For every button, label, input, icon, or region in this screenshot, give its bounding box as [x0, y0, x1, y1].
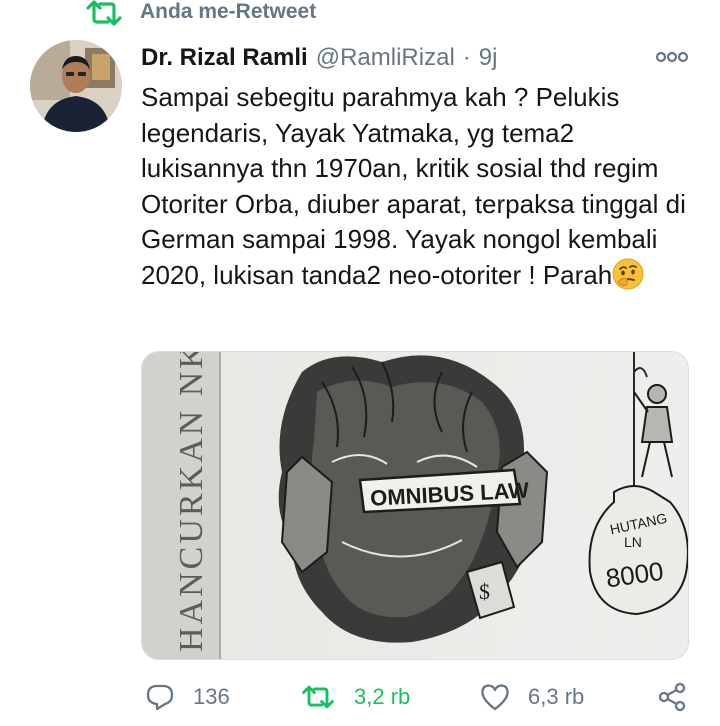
share-icon: [658, 682, 686, 712]
like-count: 6,3 rb: [528, 684, 585, 709]
reply-button[interactable]: 136: [145, 676, 230, 718]
thinking-face-emoji: [612, 258, 644, 289]
reply-icon: [146, 684, 174, 711]
retweet-icon: [86, 0, 122, 26]
share-button[interactable]: [656, 676, 688, 718]
reply-count: 136: [193, 684, 230, 709]
author-name[interactable]: Dr. Rizal Ramli: [141, 44, 308, 72]
bag-mid-text: LN: [624, 534, 642, 550]
retweet-icon: [302, 685, 334, 709]
tweet-body: Sampai sebegitu parahmya kah ? Pelukis l…: [141, 82, 686, 290]
tweet-time[interactable]: 9j: [479, 44, 498, 72]
tweet-text: Sampai sebegitu parahmya kah ? Pelukis l…: [141, 80, 696, 293]
tweet-media-image[interactable]: HANCURKAN NK OMNIBUS LAW $ HUTANG LN 800…: [141, 351, 689, 660]
retweet-context-label: Anda me-Retweet: [140, 0, 317, 23]
tweet-header: Dr. Rizal Ramli @RamliRizal · 9j: [141, 40, 701, 76]
retweet-count: 3,2 rb: [354, 684, 411, 709]
more-icon[interactable]: [655, 48, 689, 66]
retweet-button[interactable]: 3,2 rb: [300, 676, 410, 718]
cartoon-illustration: HANCURKAN NK OMNIBUS LAW $ HUTANG LN 800…: [142, 352, 688, 659]
tweet-actions: 136 3,2 rb 6,3 rb: [0, 676, 720, 718]
dollar-sign: $: [479, 579, 490, 604]
header-separator: ·: [462, 44, 471, 71]
avatar-photo: [30, 40, 122, 132]
author-handle[interactable]: @RamliRizal: [316, 44, 455, 72]
like-button[interactable]: 6,3 rb: [480, 676, 584, 718]
like-icon: [481, 684, 509, 711]
avatar[interactable]: [30, 40, 122, 132]
side-text: HANCURKAN NK: [173, 352, 210, 652]
